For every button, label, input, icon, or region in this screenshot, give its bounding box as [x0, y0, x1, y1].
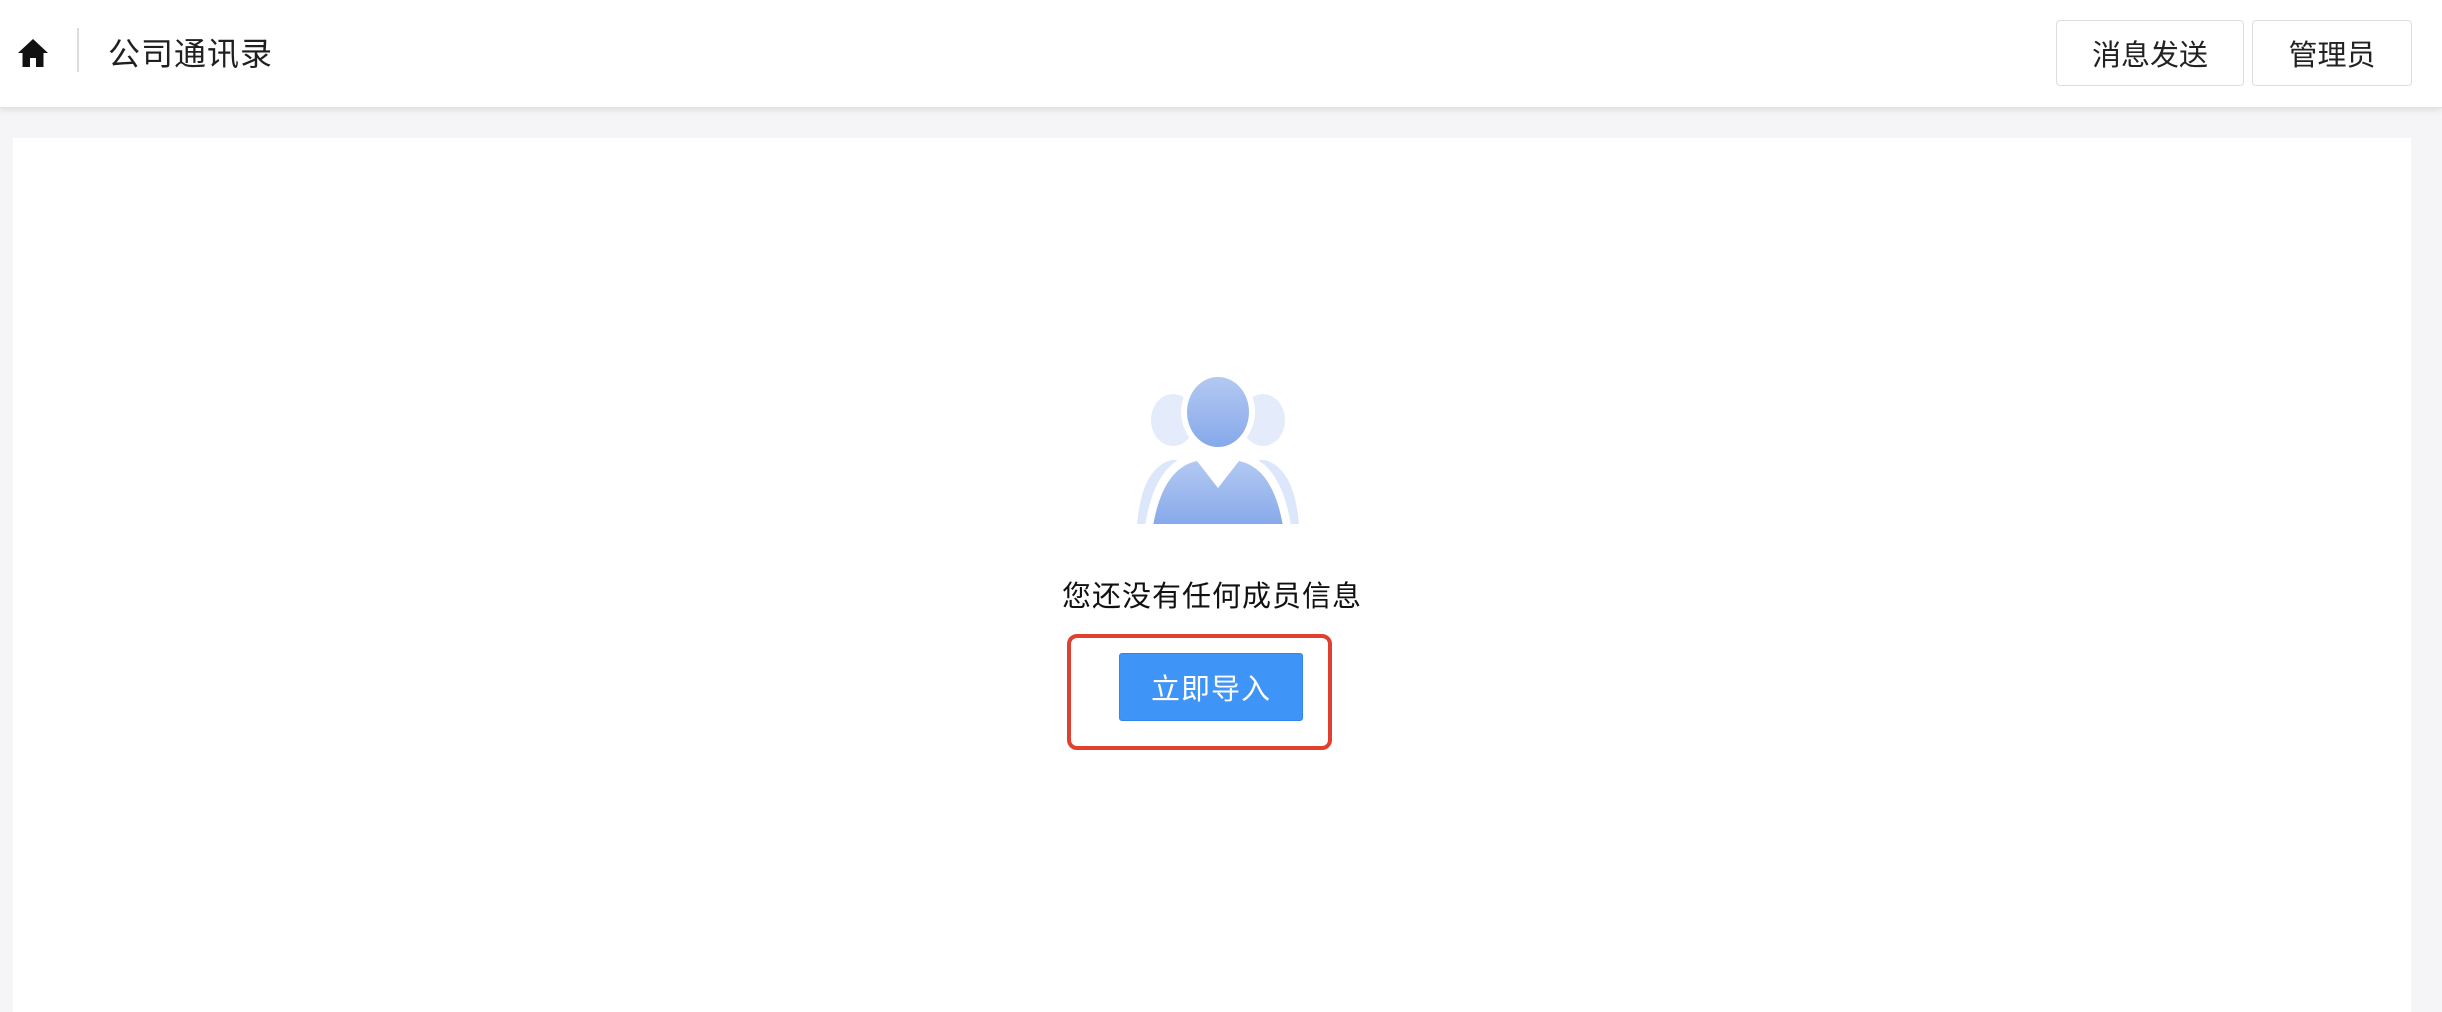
people-group-icon	[1137, 374, 1299, 524]
contacts-app: 公司通讯录 消息发送 管理员 您还没有任何成员信息 立即导入	[0, 0, 2442, 1012]
admin-button[interactable]: 管理员	[2252, 20, 2412, 86]
message-send-button[interactable]: 消息发送	[2056, 20, 2244, 86]
empty-state-message: 您还没有任何成员信息	[1061, 579, 1362, 613]
page-title: 公司通讯录	[108, 35, 274, 73]
main-panel: 您还没有任何成员信息 立即导入	[13, 138, 2411, 1012]
top-header: 公司通讯录 消息发送 管理员	[0, 0, 2442, 108]
import-now-button[interactable]: 立即导入	[1119, 653, 1303, 721]
header-divider	[77, 28, 79, 72]
home-icon	[18, 39, 48, 67]
home-button[interactable]	[14, 34, 52, 72]
